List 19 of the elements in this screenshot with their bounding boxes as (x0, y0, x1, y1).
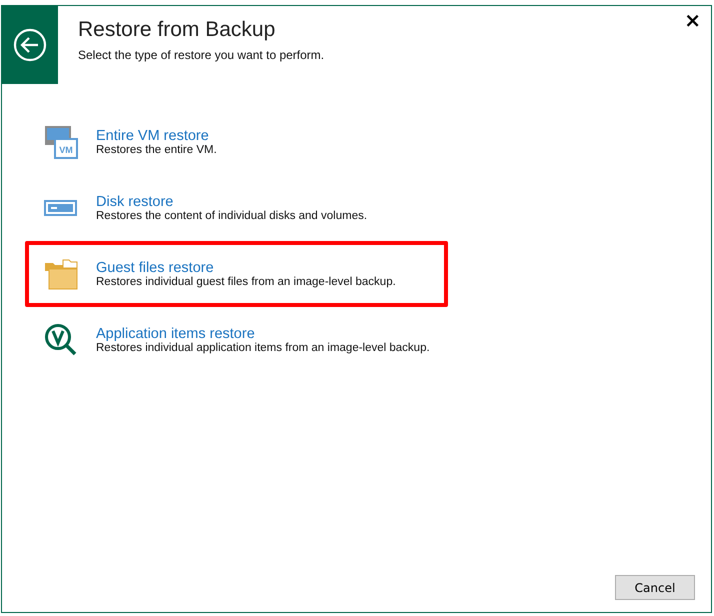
restore-option[interactable]: Application items restore Restores individual application items from an image-level backup. (25, 307, 448, 373)
highlighted-option[interactable]: Guest files restore Restores individual guest files from an image-level backup. (25, 241, 448, 307)
folder-icon (44, 257, 78, 291)
close-button[interactable]: × (674, 6, 711, 34)
dialog-subtitle: Select the type of restore you want to perform. (78, 48, 326, 62)
option-description: Restores the entire VM. (96, 144, 217, 156)
option-title: Guest files restore (96, 260, 215, 276)
option-title: Application items restore (96, 326, 256, 342)
cancel-button[interactable]: Cancel (615, 575, 695, 600)
restore-option[interactable]: Disk restore Restores the content of individual disks and volumes. (25, 175, 448, 241)
restore-option[interactable]: VM Entire VM restore Restores the entire VM. (25, 109, 448, 175)
back-button[interactable] (2, 6, 58, 84)
dialog-title: Restore from Backup (78, 18, 276, 42)
option-title: Entire VM restore (96, 128, 210, 144)
magnifier-icon (44, 323, 78, 357)
option-title: Disk restore (96, 194, 174, 210)
option-description: Restores the content of individual disks and volumes. (96, 210, 368, 222)
option-description: Restores individual application items from an image-level backup. (96, 342, 430, 354)
option-description: Restores individual guest files from an image-level backup. (96, 276, 396, 288)
